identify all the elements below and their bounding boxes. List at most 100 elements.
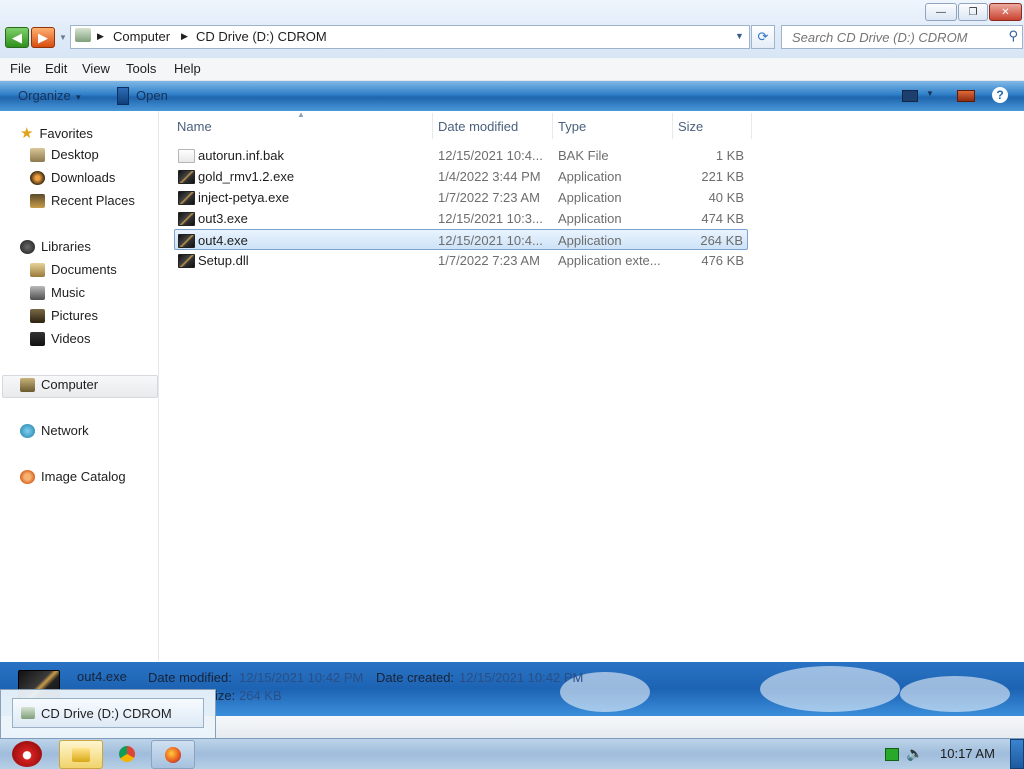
- nav-image-catalog-label: Image Catalog: [41, 469, 126, 484]
- nav-favorites[interactable]: ★ Favorites: [20, 124, 93, 142]
- open-button[interactable]: Open: [136, 88, 168, 103]
- file-date-modified: 1/7/2022 7:23 AM: [438, 190, 540, 205]
- search-icon[interactable]: ⚲: [1008, 28, 1018, 44]
- nav-recent-places[interactable]: Recent Places: [30, 193, 135, 208]
- nav-desktop[interactable]: Desktop: [30, 147, 99, 162]
- menu-tools[interactable]: Tools: [126, 61, 156, 76]
- file-row[interactable]: out4.exe 12/15/2021 10:4... Application 264…: [174, 229, 748, 250]
- recent-places-icon: [30, 193, 45, 208]
- nav-documents[interactable]: Documents: [30, 262, 117, 277]
- file-type: BAK File: [558, 148, 609, 163]
- minimize-button[interactable]: —: [925, 3, 957, 21]
- documents-icon: [30, 262, 45, 277]
- column-header-size[interactable]: Size: [678, 119, 703, 134]
- close-button[interactable]: ✕: [989, 3, 1022, 21]
- taskbar-chrome-button[interactable]: [106, 740, 148, 767]
- preview-pane-icon[interactable]: [957, 90, 975, 102]
- file-row[interactable]: gold_rmv1.2.exe 1/4/2022 3:44 PM Applicati…: [174, 166, 748, 187]
- file-row[interactable]: Setup.dll 1/7/2022 7:23 AM Application ext…: [174, 250, 748, 271]
- file-row[interactable]: autorun.inf.bak 12/15/2021 10:4... BAK Fil…: [174, 145, 748, 166]
- star-icon: ★: [20, 125, 34, 142]
- help-icon[interactable]: ?: [992, 87, 1008, 103]
- file-date-modified: 1/7/2022 7:23 AM: [438, 253, 540, 268]
- view-options-icon[interactable]: [902, 90, 918, 102]
- maximize-button[interactable]: ❐: [958, 3, 988, 21]
- menu-edit[interactable]: Edit: [45, 61, 67, 76]
- file-type: Application exte...: [558, 253, 661, 268]
- column-header-name[interactable]: Name: [177, 119, 212, 134]
- nav-pictures[interactable]: Pictures: [30, 308, 98, 323]
- nav-network[interactable]: Network: [20, 423, 89, 438]
- column-divider[interactable]: [751, 113, 752, 139]
- nav-videos[interactable]: Videos: [30, 331, 91, 346]
- decorative-cloud: [900, 676, 1010, 712]
- nav-libraries[interactable]: Libraries: [20, 239, 91, 254]
- nav-music-label: Music: [51, 285, 85, 300]
- details-file-name: out4.exe: [77, 669, 127, 684]
- breadcrumb-separator-icon: ▶: [97, 31, 104, 41]
- file-name: Setup.dll: [198, 253, 249, 268]
- breadcrumb-separator-icon: ▶: [181, 31, 188, 41]
- menu-file[interactable]: File: [10, 61, 31, 76]
- file-type: Application: [558, 169, 622, 184]
- details-size-label: ize:: [215, 688, 236, 703]
- navigation-buttons: ◀ ▶: [5, 27, 55, 48]
- organize-button[interactable]: Organize ▼: [18, 88, 82, 103]
- start-button[interactable]: [4, 740, 50, 767]
- file-size: 221 KB: [701, 169, 744, 184]
- nav-image-catalog[interactable]: Image Catalog: [20, 469, 126, 484]
- file-type: Application: [558, 190, 622, 205]
- menu-help[interactable]: Help: [174, 61, 201, 76]
- breadcrumb-cd-drive[interactable]: CD Drive (D:) CDROM: [196, 29, 327, 44]
- back-button[interactable]: ◀: [5, 27, 29, 48]
- navigation-pane: ★ Favorites Desktop Downloads Recent Plac…: [0, 111, 159, 661]
- view-dropdown-icon[interactable]: ▼: [926, 89, 934, 98]
- show-desktop-button[interactable]: [1010, 739, 1024, 769]
- nav-desktop-label: Desktop: [51, 147, 99, 162]
- forward-button[interactable]: ▶: [31, 27, 55, 48]
- network-status-icon[interactable]: [885, 748, 899, 761]
- address-dropdown-icon[interactable]: ▼: [735, 31, 744, 41]
- details-size-value: 264 KB: [239, 688, 282, 703]
- breadcrumb-computer[interactable]: Computer: [113, 29, 170, 44]
- back-arrow-icon: ◀: [12, 29, 22, 45]
- application-icon: [178, 234, 195, 248]
- nav-music[interactable]: Music: [30, 285, 85, 300]
- refresh-button[interactable]: ⟳: [751, 25, 775, 49]
- recent-pages-chevron-icon[interactable]: ▼: [59, 33, 67, 42]
- column-header-date-modified[interactable]: Date modified: [438, 119, 518, 134]
- column-divider[interactable]: [672, 113, 673, 139]
- clock[interactable]: 10:17 AM: [940, 746, 995, 761]
- preview-window-item[interactable]: CD Drive (D:) CDROM: [12, 698, 204, 728]
- column-header-type[interactable]: Type: [558, 119, 586, 134]
- forward-arrow-icon: ▶: [38, 29, 48, 45]
- taskbar-firefox-button[interactable]: [151, 740, 195, 769]
- nav-downloads-label: Downloads: [51, 170, 116, 185]
- taskbar-explorer-button[interactable]: [59, 740, 103, 769]
- file-type: Application: [558, 233, 622, 248]
- application-icon: [178, 212, 195, 226]
- nav-computer[interactable]: Computer: [20, 377, 98, 392]
- column-divider[interactable]: [432, 113, 433, 139]
- menu-bar: File Edit View Tools Help: [0, 58, 1024, 81]
- cd-drive-icon: [21, 707, 35, 719]
- file-list: autorun.inf.bak 12/15/2021 10:4... BAK Fil…: [174, 145, 748, 271]
- command-toolbar: Organize ▼ Open ▼ ?: [0, 81, 1024, 111]
- file-row[interactable]: inject-petya.exe 1/7/2022 7:23 AM Applicat…: [174, 187, 748, 208]
- file-row[interactable]: out3.exe 12/15/2021 10:3... Application 474…: [174, 208, 748, 229]
- file-name: autorun.inf.bak: [198, 148, 285, 163]
- desktop-icon: [30, 147, 45, 162]
- search-box[interactable]: ⚲: [781, 25, 1023, 49]
- nav-downloads[interactable]: Downloads: [30, 170, 115, 185]
- file-name: out3.exe: [198, 211, 248, 226]
- column-headers: Name ▲ Date modified Type Size: [170, 110, 752, 139]
- sort-ascending-icon: ▲: [297, 110, 305, 119]
- address-bar[interactable]: ▶ Computer ▶ CD Drive (D:) CDROM ▼: [70, 25, 750, 49]
- volume-icon[interactable]: 🔈: [906, 745, 923, 762]
- nav-favorites-label: Favorites: [39, 125, 93, 141]
- column-divider[interactable]: [552, 113, 553, 139]
- file-size: 476 KB: [701, 253, 744, 268]
- details-created-value: 12/15/2021 10:42 PM: [459, 670, 584, 685]
- search-input[interactable]: [790, 29, 994, 46]
- menu-view[interactable]: View: [82, 61, 110, 76]
